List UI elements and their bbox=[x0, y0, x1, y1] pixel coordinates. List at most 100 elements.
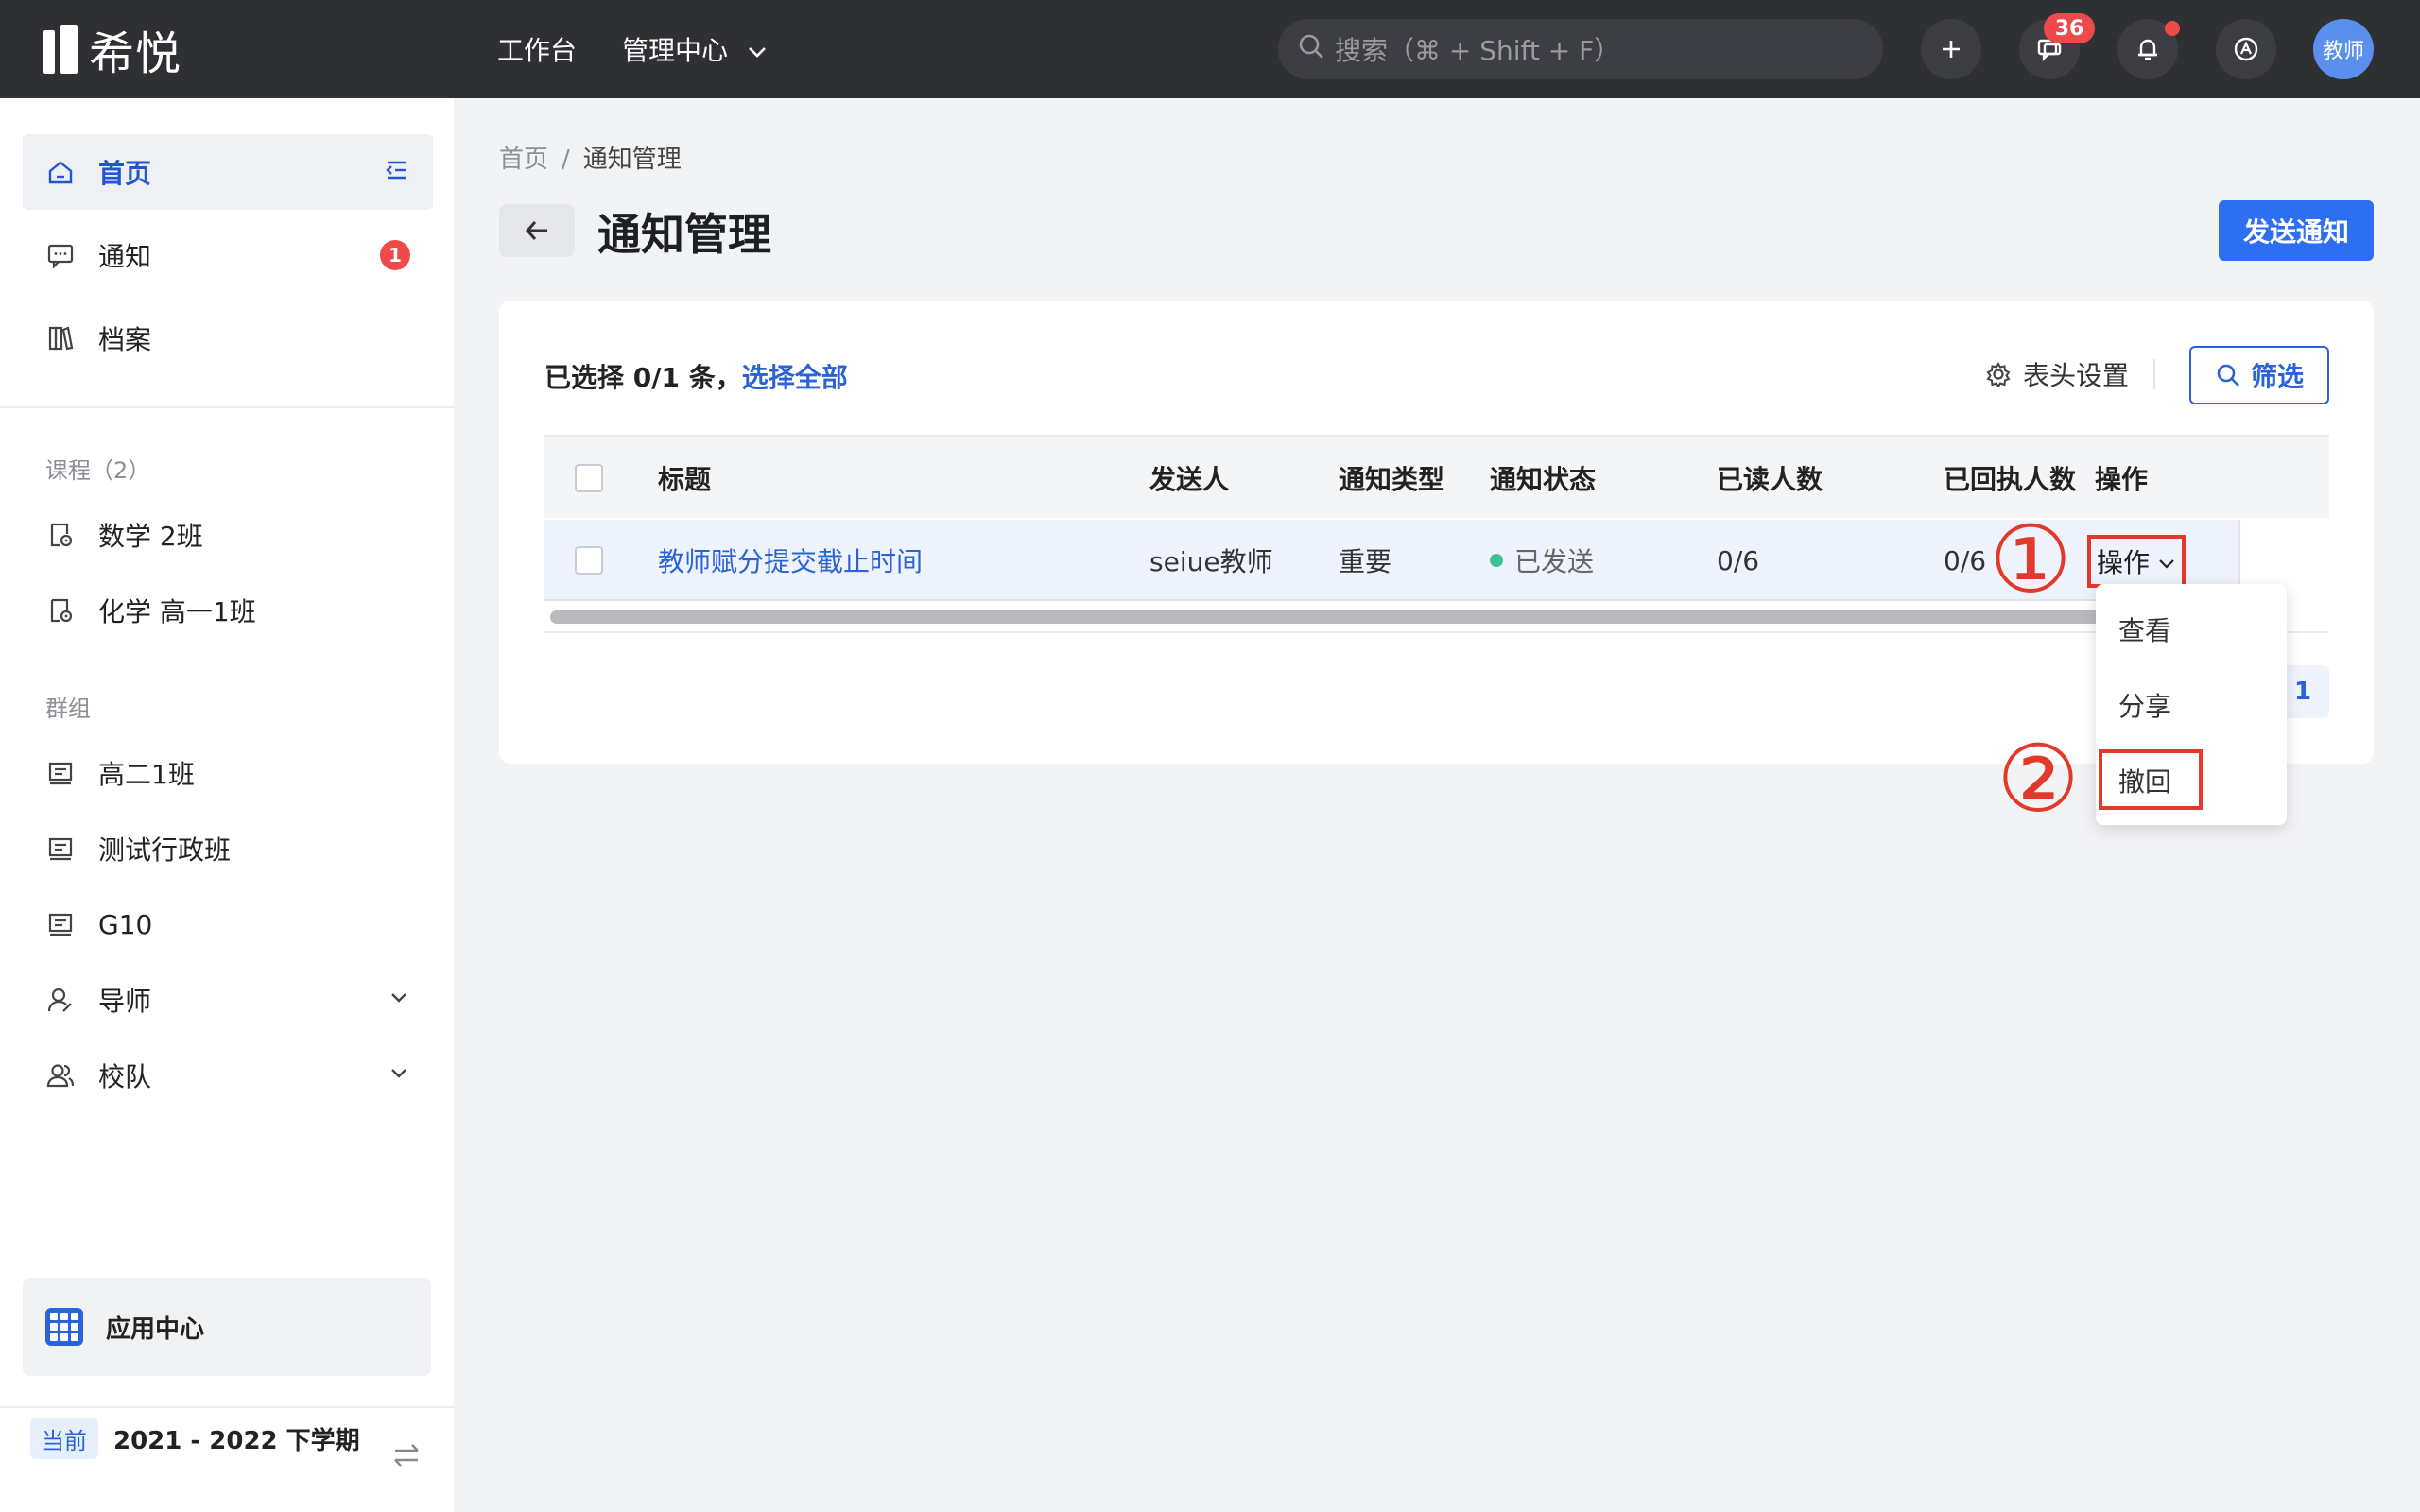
horizontal-scrollbar[interactable] bbox=[550, 610, 2169, 624]
mentor-icon bbox=[45, 985, 76, 1015]
group-section-title: 群组 bbox=[45, 696, 91, 722]
notification-title-link[interactable]: 教师赋分提交截止时间 bbox=[658, 520, 923, 601]
sidebar-item-group-class[interactable]: 高二1班 bbox=[23, 735, 433, 811]
read-count-cell: 0/6 bbox=[1717, 544, 1760, 576]
add-button[interactable] bbox=[1921, 19, 1981, 79]
notify-count-badge: 1 bbox=[380, 240, 410, 270]
nav-workbench-label: 工作台 bbox=[497, 35, 578, 66]
nav-workbench[interactable]: 工作台 bbox=[497, 0, 577, 98]
search-input[interactable]: 搜索（⌘ + Shift + F） bbox=[1278, 19, 1883, 79]
row-actions-label: 操作 bbox=[2096, 547, 2150, 578]
collapse-sidebar-icon[interactable] bbox=[384, 157, 410, 190]
sidebar-item-home[interactable]: 首页 bbox=[23, 134, 433, 210]
course-section-title: 课程（2） bbox=[45, 457, 151, 484]
column-type[interactable]: 通知类型 bbox=[1339, 437, 1444, 520]
term-label: 2021 - 2022 下学期 bbox=[113, 1426, 360, 1455]
user-avatar[interactable]: 教师 bbox=[2313, 19, 2374, 79]
row-actions-dropdown-trigger[interactable]: 操作 bbox=[2087, 535, 2186, 588]
message-count-badge: 36 bbox=[2044, 13, 2095, 43]
selection-count: 已选择 0/1 条， bbox=[544, 362, 742, 393]
column-settings-label: 表头设置 bbox=[2023, 360, 2130, 391]
sidebar-divider bbox=[0, 1406, 454, 1408]
select-all-checkbox[interactable] bbox=[575, 437, 603, 520]
logo-icon bbox=[43, 25, 78, 74]
annotation-step-1: ① bbox=[1989, 507, 2072, 614]
selection-info: 已选择 0/1 条，选择全部 bbox=[544, 357, 848, 395]
sidebar-item-group-label: 高二1班 bbox=[98, 759, 195, 790]
course-icon bbox=[45, 520, 76, 550]
status-dot bbox=[1490, 554, 1503, 567]
sidebar-divider bbox=[0, 406, 454, 408]
toolbar-divider bbox=[2153, 359, 2155, 389]
gear-icon bbox=[1986, 361, 2011, 387]
app-store-button[interactable] bbox=[2216, 19, 2276, 79]
send-notification-button[interactable]: 发送通知 bbox=[2219, 200, 2374, 261]
message-icon bbox=[45, 240, 76, 270]
sidebar-item-course-chemistry[interactable]: 化学 高一1班 bbox=[23, 573, 433, 648]
sidebar-item-mentor-label: 导师 bbox=[98, 986, 152, 1017]
status-text: 已发送 bbox=[1514, 546, 1595, 577]
chevron-down-icon bbox=[2157, 546, 2176, 577]
search-icon bbox=[2217, 364, 2239, 387]
sidebar-item-course-label: 数学 2班 bbox=[98, 521, 203, 552]
column-settings-button[interactable]: 表头设置 bbox=[1985, 355, 2129, 393]
select-all-link[interactable]: 选择全部 bbox=[742, 362, 848, 393]
plus-icon bbox=[1943, 41, 1960, 58]
app-store-icon bbox=[2234, 37, 2258, 61]
sidebar-item-archive[interactable]: 档案 bbox=[23, 301, 433, 376]
app-center-button[interactable]: 应用中心 bbox=[23, 1278, 431, 1376]
breadcrumb: 首页 / 通知管理 bbox=[499, 140, 682, 175]
group-icon bbox=[45, 833, 76, 864]
home-icon bbox=[45, 157, 76, 187]
sidebar-item-team[interactable]: 校队 bbox=[23, 1038, 433, 1113]
column-title[interactable]: 标题 bbox=[658, 437, 711, 520]
receipt-count-cell: 0/6 bbox=[1944, 544, 1987, 576]
sidebar-item-mentor[interactable]: 导师 bbox=[23, 962, 433, 1038]
breadcrumb-home[interactable]: 首页 bbox=[499, 146, 548, 174]
column-status[interactable]: 通知状态 bbox=[1490, 437, 1596, 520]
row-checkbox[interactable] bbox=[575, 520, 603, 601]
search-placeholder: 搜索（⌘ + Shift + F） bbox=[1335, 35, 1621, 66]
column-read-count[interactable]: 已读人数 bbox=[1717, 437, 1823, 520]
sidebar-item-team-label: 校队 bbox=[98, 1061, 152, 1092]
term-tag: 当前 bbox=[30, 1418, 98, 1459]
top-bar: 希悦 工作台 管理中心 搜索（⌘ + Shift + F） 36 教师 bbox=[0, 0, 2420, 98]
bell-icon bbox=[2138, 39, 2157, 60]
team-icon bbox=[45, 1060, 76, 1091]
chevron-down-icon[interactable] bbox=[388, 1060, 410, 1091]
archive-icon bbox=[45, 323, 76, 353]
filter-button[interactable]: 筛选 bbox=[2189, 346, 2329, 404]
menu-item-share[interactable]: 分享 bbox=[2118, 686, 2171, 724]
nav-admin-center-label: 管理中心 bbox=[622, 35, 729, 66]
type-cell: 重要 bbox=[1339, 546, 1392, 577]
sidebar-item-course-math[interactable]: 数学 2班 bbox=[23, 497, 433, 573]
switch-term-icon[interactable] bbox=[391, 1442, 422, 1472]
sidebar-item-group-test[interactable]: 测试行政班 bbox=[23, 811, 433, 886]
status-cell: 已发送 bbox=[1490, 520, 1594, 601]
annotation-highlight-revoke bbox=[2099, 749, 2203, 810]
sidebar-item-course-label: 化学 高一1班 bbox=[98, 596, 256, 627]
app-grid-icon bbox=[45, 1308, 83, 1346]
column-actions: 操作 bbox=[2095, 464, 2149, 495]
nav-admin-center[interactable]: 管理中心 bbox=[622, 0, 768, 98]
menu-item-view[interactable]: 查看 bbox=[2118, 610, 2171, 648]
back-button[interactable] bbox=[499, 204, 575, 257]
table-header: 标题 发送人 通知类型 通知状态 已读人数 已回执人数 操作 bbox=[544, 435, 2329, 518]
filter-label: 筛选 bbox=[2250, 361, 2304, 392]
group-icon bbox=[45, 758, 76, 788]
group-icon bbox=[45, 909, 76, 939]
app-logo[interactable]: 希悦 bbox=[43, 25, 182, 80]
sidebar-item-notify[interactable]: 通知 1 bbox=[23, 217, 433, 293]
chevron-down-icon bbox=[747, 34, 768, 65]
column-sender[interactable]: 发送人 bbox=[1150, 437, 1229, 520]
annotation-step-2: ② bbox=[1996, 726, 2080, 833]
notification-dot bbox=[2165, 21, 2180, 36]
chevron-down-icon[interactable] bbox=[388, 985, 410, 1016]
course-icon bbox=[45, 595, 76, 626]
search-icon bbox=[1297, 32, 1335, 67]
sidebar: 首页 通知 1 档案 课程（2） 数学 2班 化学 高一1班 群组 高二1班 测… bbox=[0, 98, 454, 1512]
sidebar-item-home-label: 首页 bbox=[98, 158, 152, 189]
sidebar-item-archive-label: 档案 bbox=[98, 324, 152, 355]
arrow-left-icon bbox=[525, 221, 547, 240]
sidebar-item-group-g10[interactable]: G10 bbox=[23, 886, 433, 962]
